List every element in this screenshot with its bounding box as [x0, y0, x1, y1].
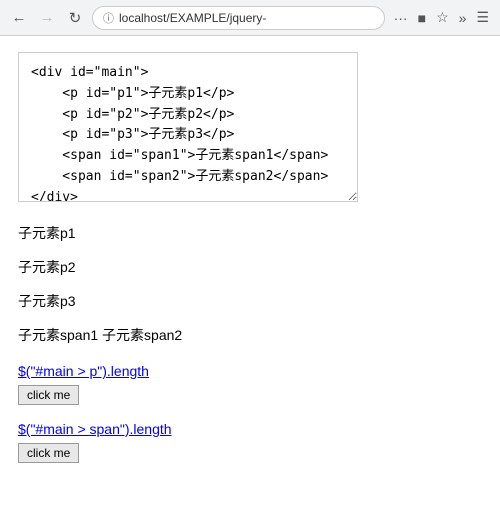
jquery-selector-p[interactable]: $("#main > p").length — [18, 363, 482, 379]
address-bar[interactable]: ⓘ localhost/EXAMPLE/jquery- — [92, 6, 385, 30]
child-p2: 子元素p2 — [18, 257, 482, 277]
code-textarea[interactable]: <div id="main"> <p id="p1">子元素p1</p> <p … — [18, 52, 358, 202]
browser-actions: ··· ■ ☆ » ☰ — [391, 7, 492, 28]
jquery-selector-span[interactable]: $("#main > span").length — [18, 421, 482, 437]
click-me-button-span[interactable]: click me — [18, 443, 79, 463]
url-text: localhost/EXAMPLE/jquery- — [119, 11, 374, 25]
browser-chrome: ← → ↻ ⓘ localhost/EXAMPLE/jquery- ··· ■ … — [0, 0, 500, 36]
reload-button[interactable]: ↻ — [64, 7, 86, 29]
back-button[interactable]: ← — [8, 7, 30, 29]
page-content: <div id="main"> <p id="p1">子元素p1</p> <p … — [0, 36, 500, 495]
child-p1: 子元素p1 — [18, 223, 482, 243]
menu-icon[interactable]: ☰ — [473, 7, 492, 28]
click-me-button-p[interactable]: click me — [18, 385, 79, 405]
menu-dots[interactable]: ··· — [391, 8, 411, 28]
info-icon: ⓘ — [103, 10, 114, 26]
jquery-section-span: $("#main > span").length click me — [18, 421, 482, 463]
jquery-section-p: $("#main > p").length click me — [18, 363, 482, 405]
expand-icon[interactable]: » — [456, 8, 470, 28]
bookmark-icon[interactable]: ☆ — [433, 7, 452, 28]
child-p3: 子元素p3 — [18, 291, 482, 311]
forward-button[interactable]: → — [36, 7, 58, 29]
save-icon[interactable]: ■ — [415, 8, 429, 28]
child-spans: 子元素span1 子元素span2 — [18, 325, 482, 345]
